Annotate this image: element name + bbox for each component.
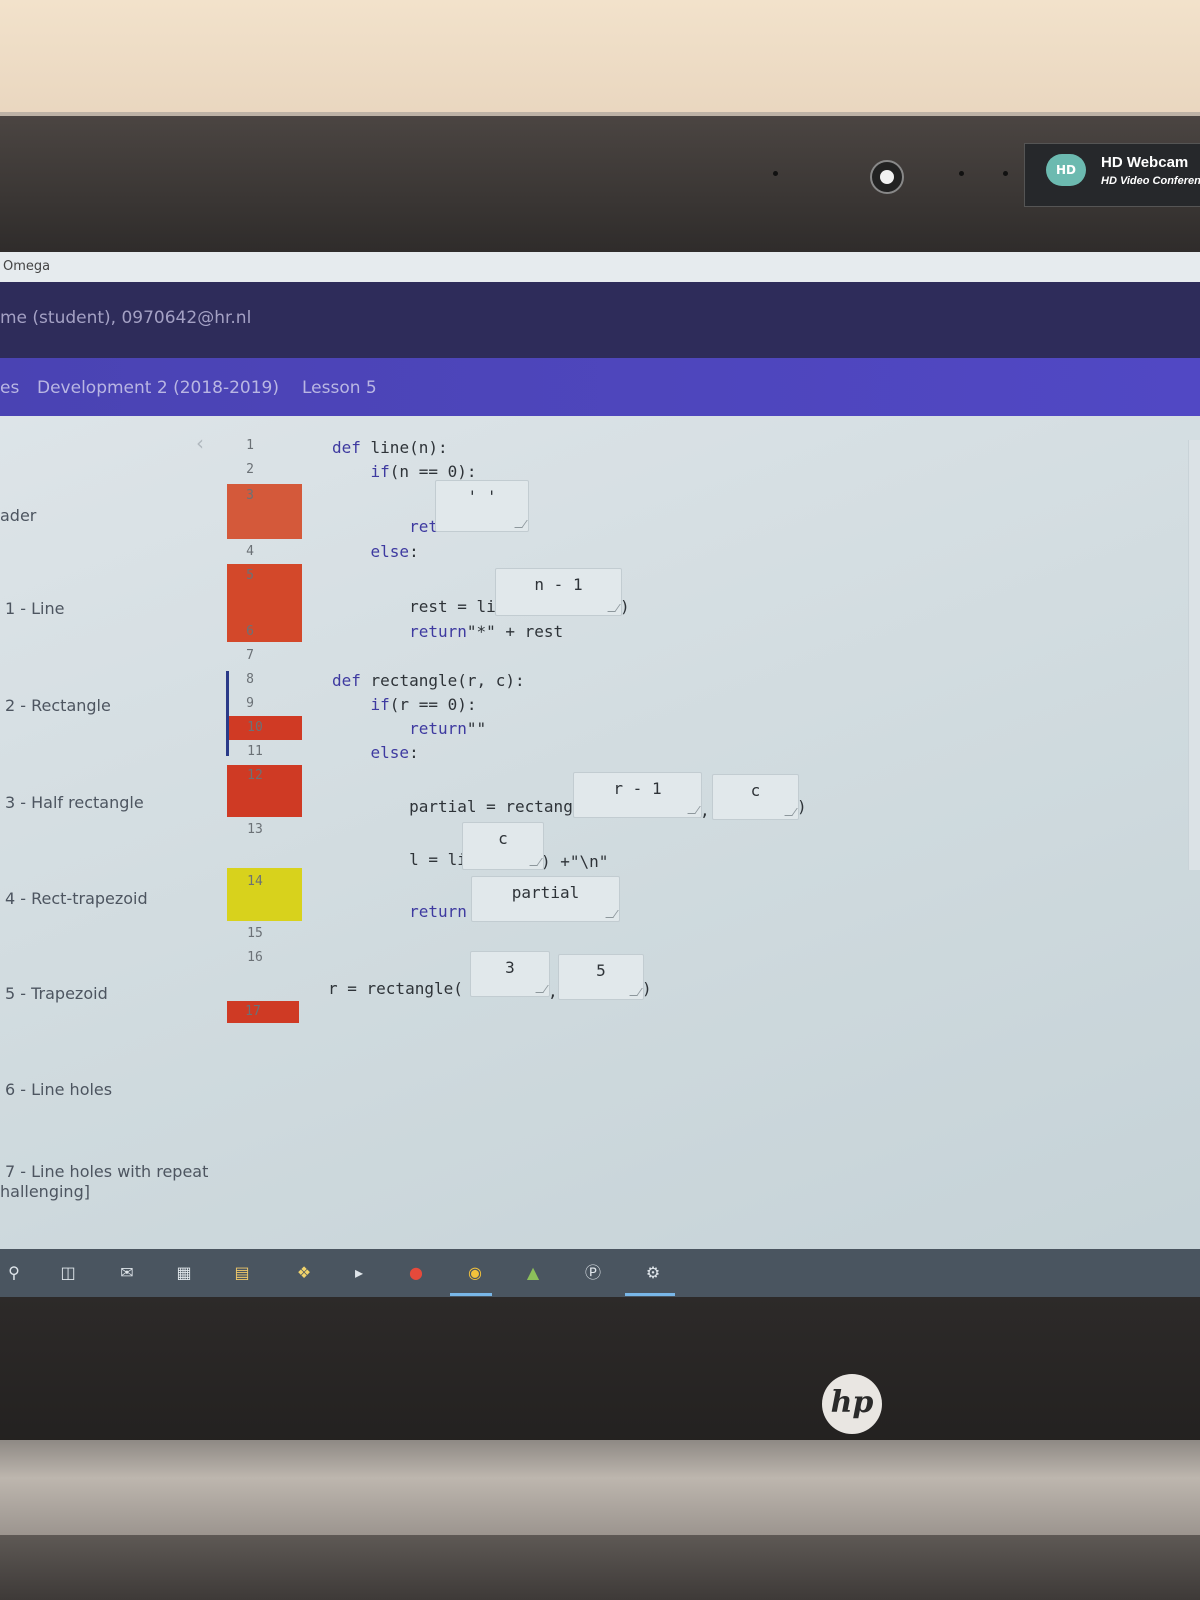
webcam-subtitle: HD Video Conferen	[1101, 175, 1200, 187]
mail-icon[interactable]: ✉	[115, 1261, 139, 1285]
answer-blank-line-13[interactable]: c	[462, 822, 544, 870]
line-number: 3	[246, 488, 254, 503]
taskbar-active-indicator	[625, 1293, 675, 1296]
laptop-bottom-bezel	[0, 1297, 1200, 1447]
line-number: 16	[247, 950, 263, 965]
bezel-dot	[959, 171, 964, 176]
code-line-6: return"*" + rest	[409, 622, 564, 641]
code-line-13-end: ) +"\n"	[541, 852, 609, 871]
search-icon[interactable]: ⚲	[2, 1261, 26, 1285]
app-icon[interactable]: ▸	[347, 1261, 371, 1285]
app-red-icon[interactable]: ●	[404, 1261, 428, 1285]
line-number: 11	[247, 744, 263, 759]
line-number: 1	[246, 438, 254, 453]
line-number: 8	[246, 672, 254, 687]
sidebar-item-trapezoid[interactable]: 5 - Trapezoid	[5, 984, 108, 1003]
answer-blank-line-16-cols[interactable]: 5	[558, 954, 644, 1000]
sidebar-item-half-rectangle[interactable]: 3 - Half rectangle	[5, 793, 144, 812]
python-icon[interactable]: ❖	[292, 1261, 316, 1285]
line-number: 14	[247, 874, 263, 889]
bezel-dot	[1003, 171, 1008, 176]
webcam-icon: HD	[1046, 154, 1086, 186]
breadcrumb-course[interactable]: Development 2 (2018-2019)	[37, 378, 279, 398]
answer-blank-line-12-rows[interactable]: r - 1	[573, 772, 702, 818]
sidebar-item-line-holes-repeat[interactable]: 7 - Line holes with repeat	[5, 1162, 208, 1181]
code-line-9: if(r == 0):	[370, 695, 477, 714]
code-line-16: r = rectangle(	[328, 979, 463, 998]
line-number: 9	[246, 696, 254, 711]
sidebar-item-line-holes[interactable]: 6 - Line holes	[5, 1080, 112, 1099]
webcam-title: HD Webcam	[1101, 154, 1189, 171]
wall-background	[0, 0, 1200, 120]
code-line-8: def rectangle(r, c):	[332, 671, 525, 690]
user-label[interactable]: me (student), 0970642@hr.nl	[0, 308, 251, 328]
browser-title-bar: Omega	[0, 252, 1200, 282]
answer-blank-line-12-cols[interactable]: c	[712, 774, 799, 820]
chrome-icon[interactable]: ◉	[463, 1261, 487, 1285]
answer-blank-line-3[interactable]: ' '	[435, 480, 529, 532]
laptop-hinge	[0, 1440, 1200, 1535]
breadcrumb-prefix[interactable]: es	[0, 378, 19, 398]
sidebar-header: ader	[0, 506, 37, 525]
image-app-icon[interactable]: ▲	[521, 1261, 545, 1285]
line-number: 5	[246, 568, 254, 583]
user-bar: me (student), 0970642@hr.nl	[0, 282, 1200, 358]
sidebar-item-challenging: hallenging]	[0, 1182, 90, 1201]
line-number: 17	[245, 1004, 261, 1019]
answer-blank-line-14[interactable]: partial	[471, 876, 620, 922]
code-line-10: return""	[409, 719, 487, 738]
line-number: 4	[246, 544, 254, 559]
settings-icon[interactable]: ⚙	[641, 1261, 665, 1285]
breadcrumb-lesson[interactable]: Lesson 5	[302, 378, 377, 398]
line-number: 15	[247, 926, 263, 941]
line-number: 6	[246, 624, 254, 639]
chevron-left-icon[interactable]: ‹	[196, 431, 204, 455]
sidebar-item-line[interactable]: 1 - Line	[5, 599, 64, 618]
laptop-base	[0, 1535, 1200, 1600]
taskbar-active-indicator	[450, 1293, 492, 1296]
gutter-fold-bar	[226, 671, 229, 756]
task-view-icon[interactable]: ◫	[56, 1261, 80, 1285]
code-line-2: if(n == 0):	[370, 462, 477, 481]
app-p-icon[interactable]: Ⓟ	[581, 1261, 605, 1285]
camera-icon	[870, 160, 904, 194]
laptop-top-bezel	[0, 112, 1200, 256]
line-number: 12	[247, 768, 263, 783]
main-content: ader 1 - Line 2 - Rectangle 3 - Half rec…	[0, 416, 1200, 1297]
right-panel-edge	[1188, 440, 1200, 870]
code-line-1: def line(n):	[332, 438, 448, 457]
bezel-dot	[773, 171, 778, 176]
line-number: 13	[247, 822, 263, 837]
code-line-12: partial = rectangle(	[332, 797, 602, 816]
code-line-11: else:	[370, 743, 419, 762]
browser-tab-title: Omega	[3, 259, 51, 274]
code-line-4: else:	[370, 542, 419, 561]
answer-blank-line-5[interactable]: n - 1	[495, 568, 622, 616]
sidebar-item-rectangle[interactable]: 2 - Rectangle	[5, 696, 111, 715]
file-explorer-icon[interactable]: ▤	[230, 1261, 254, 1285]
calendar-icon[interactable]: ▦	[172, 1261, 196, 1285]
breadcrumb: es Development 2 (2018-2019) Lesson 5	[0, 358, 1200, 416]
screen: Omega me (student), 0970642@hr.nl es Dev…	[0, 252, 1200, 1297]
sidebar-item-rect-trapezoid[interactable]: 4 - Rect-trapezoid	[5, 889, 148, 908]
line-number: 7	[246, 648, 254, 663]
hp-logo: hp	[822, 1374, 882, 1434]
answer-blank-line-16-rows[interactable]: 3	[470, 951, 550, 997]
taskbar: ⚲ ◫ ✉ ▦ ▤ ❖ ▸ ● ◉ ▲ Ⓟ ⚙	[0, 1249, 1200, 1297]
line-number: 10	[247, 720, 263, 735]
line-number: 2	[246, 462, 254, 477]
